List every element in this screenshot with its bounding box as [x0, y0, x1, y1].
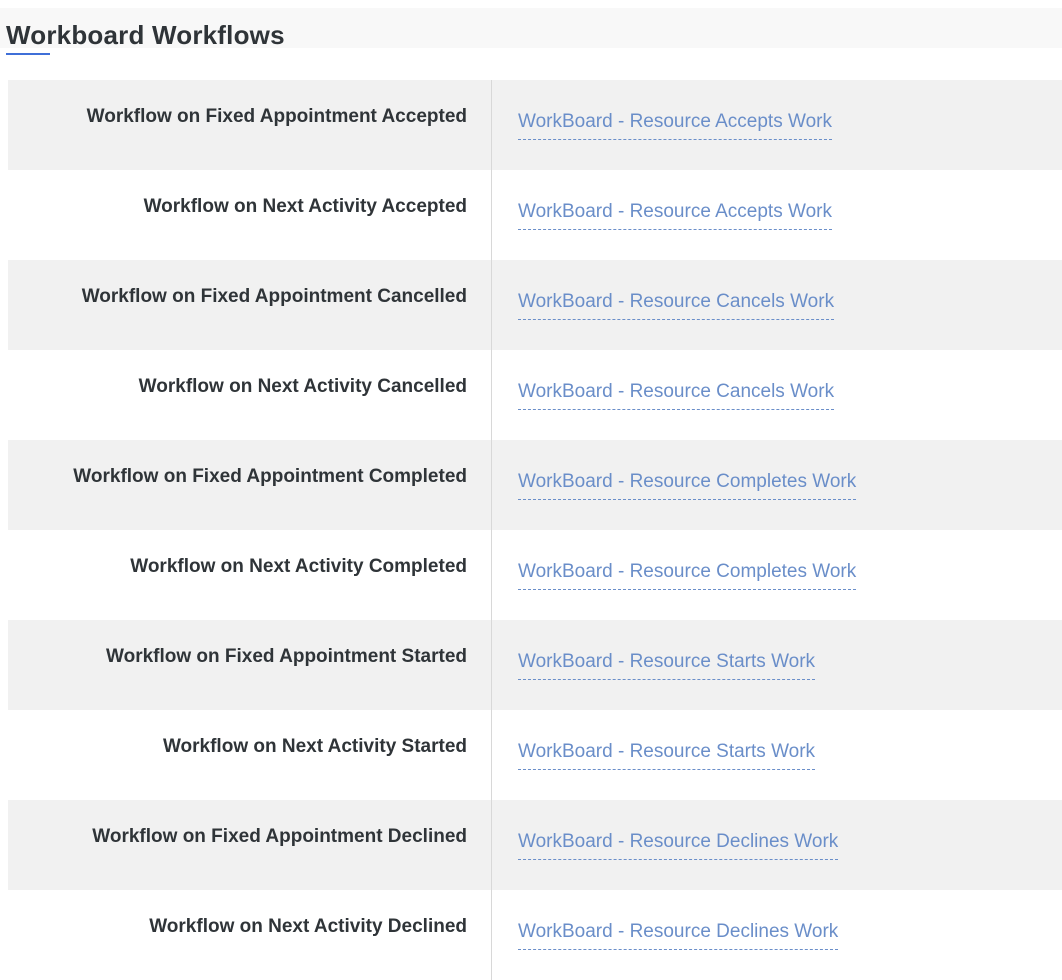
workflow-table: Workflow on Fixed Appointment Accepted W… — [8, 80, 1062, 980]
field-label: Workflow on Fixed Appointment Started — [106, 646, 467, 667]
value-cell: WorkBoard - Resource Completes Work — [492, 440, 1062, 530]
table-row: Workflow on Fixed Appointment Started Wo… — [8, 620, 1062, 710]
page: Workboard Workflows Workflow on Fixed Ap… — [0, 0, 1062, 980]
label-cell: Workflow on Next Activity Started — [8, 710, 492, 800]
field-label: Workflow on Next Activity Declined — [149, 916, 467, 937]
workflow-link[interactable]: WorkBoard - Resource Starts Work — [518, 650, 816, 680]
field-label: Workflow on Next Activity Started — [162, 736, 467, 757]
table-row: Workflow on Next Activity Cancelled Work… — [8, 350, 1062, 440]
workflow-link[interactable]: WorkBoard - Resource Accepts Work — [518, 200, 832, 230]
field-label: Workflow on Next Activity Cancelled — [138, 376, 467, 397]
label-cell: Workflow on Next Activity Declined — [8, 890, 492, 980]
workflow-link[interactable]: WorkBoard - Resource Completes Work — [518, 470, 857, 500]
label-cell: Workflow on Fixed Appointment Declined — [8, 800, 492, 890]
workflow-link[interactable]: WorkBoard - Resource Starts Work — [518, 740, 816, 770]
label-cell: Workflow on Fixed Appointment Started — [8, 620, 492, 710]
table-row: Workflow on Fixed Appointment Declined W… — [8, 800, 1062, 890]
table-row: Workflow on Next Activity Completed Work… — [8, 530, 1062, 620]
workflow-link[interactable]: WorkBoard - Resource Declines Work — [518, 830, 839, 860]
value-cell: WorkBoard - Resource Declines Work — [492, 800, 1062, 890]
table-row: Workflow on Next Activity Started WorkBo… — [8, 710, 1062, 800]
value-cell: WorkBoard - Resource Accepts Work — [492, 170, 1062, 260]
title-underline — [6, 53, 50, 55]
workflow-link[interactable]: WorkBoard - Resource Cancels Work — [518, 380, 835, 410]
label-cell: Workflow on Fixed Appointment Cancelled — [8, 260, 492, 350]
value-cell: WorkBoard - Resource Cancels Work — [492, 350, 1062, 440]
workflow-link[interactable]: WorkBoard - Resource Completes Work — [518, 560, 857, 590]
table-row: Workflow on Fixed Appointment Cancelled … — [8, 260, 1062, 350]
field-label: Workflow on Next Activity Accepted — [143, 196, 467, 217]
workflow-link[interactable]: WorkBoard - Resource Cancels Work — [518, 290, 835, 320]
table-row: Workflow on Next Activity Declined WorkB… — [8, 890, 1062, 980]
section-header: Workboard Workflows — [0, 8, 1062, 55]
value-cell: WorkBoard - Resource Starts Work — [492, 620, 1062, 710]
workflow-link[interactable]: WorkBoard - Resource Accepts Work — [518, 110, 832, 140]
label-cell: Workflow on Fixed Appointment Accepted — [8, 80, 492, 170]
field-label: Workflow on Fixed Appointment Declined — [92, 826, 467, 847]
field-label: Workflow on Fixed Appointment Accepted — [86, 106, 467, 127]
page-title: Workboard Workflows — [6, 20, 285, 50]
value-cell: WorkBoard - Resource Declines Work — [492, 890, 1062, 980]
value-cell: WorkBoard - Resource Accepts Work — [492, 80, 1062, 170]
label-cell: Workflow on Fixed Appointment Completed — [8, 440, 492, 530]
field-label: Workflow on Fixed Appointment Cancelled — [81, 286, 467, 307]
table-row: Workflow on Fixed Appointment Accepted W… — [8, 80, 1062, 170]
field-label: Workflow on Next Activity Completed — [130, 556, 467, 577]
value-cell: WorkBoard - Resource Completes Work — [492, 530, 1062, 620]
table-row: Workflow on Next Activity Accepted WorkB… — [8, 170, 1062, 260]
value-cell: WorkBoard - Resource Starts Work — [492, 710, 1062, 800]
value-cell: WorkBoard - Resource Cancels Work — [492, 260, 1062, 350]
label-cell: Workflow on Next Activity Accepted — [8, 170, 492, 260]
table-row: Workflow on Fixed Appointment Completed … — [8, 440, 1062, 530]
label-cell: Workflow on Next Activity Completed — [8, 530, 492, 620]
label-cell: Workflow on Next Activity Cancelled — [8, 350, 492, 440]
field-label: Workflow on Fixed Appointment Completed — [73, 466, 467, 487]
workflow-link[interactable]: WorkBoard - Resource Declines Work — [518, 920, 839, 950]
